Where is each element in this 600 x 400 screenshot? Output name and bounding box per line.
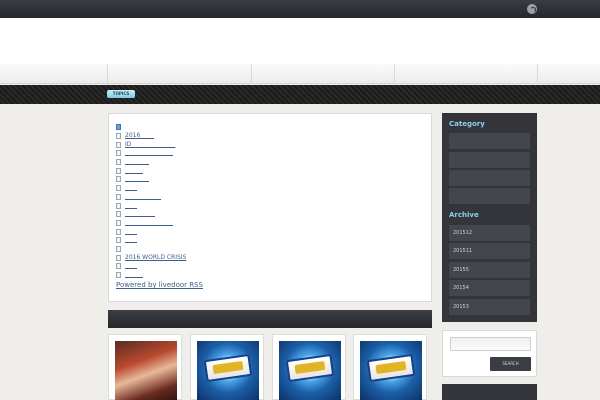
archive-item[interactable]: 201511 [449, 243, 530, 259]
thumbnail-card-2[interactable] [190, 334, 264, 400]
document-icon [116, 185, 121, 192]
thumbnail-image [279, 341, 341, 400]
feed-list-item [116, 166, 186, 175]
archive-item[interactable]: 201512 [449, 225, 530, 241]
feed-list-item [116, 193, 186, 202]
feed-link[interactable] [125, 220, 173, 226]
document-icon [116, 193, 121, 200]
sidebar-widget-header [442, 384, 537, 400]
feed-list-item [116, 149, 186, 158]
document-icon [116, 254, 121, 261]
nav-item-4[interactable] [537, 64, 600, 84]
document-icon [116, 237, 121, 244]
nav-item-3[interactable] [394, 64, 537, 84]
feed-link[interactable] [125, 263, 137, 269]
nav-item-2[interactable] [251, 64, 394, 84]
topics-badge: TOPICS [107, 90, 135, 98]
archive-heading: Archive [449, 211, 479, 219]
document-icon [116, 167, 121, 174]
feed-list-item: 2016 WORLD CRISIS [116, 253, 186, 262]
global-nav [0, 64, 600, 84]
game-logo-icon [366, 353, 416, 383]
game-logo-icon [285, 353, 335, 383]
feed-link[interactable] [125, 237, 137, 243]
category-heading: Category [449, 120, 485, 128]
feed-list-item [116, 158, 186, 167]
feed-list-item [116, 123, 186, 132]
document-icon [116, 211, 121, 218]
document-icon [116, 245, 121, 252]
document-icon [116, 159, 121, 166]
archive-item[interactable]: 20154 [449, 280, 530, 296]
thumbnail-image [360, 341, 422, 400]
document-icon [116, 263, 121, 270]
feed-link[interactable] [125, 211, 155, 217]
category-item[interactable] [449, 133, 530, 149]
feed-list-item: 2016 [116, 132, 186, 141]
document-icon [116, 202, 121, 209]
feed-list-item [116, 210, 186, 219]
document-icon [116, 150, 121, 157]
feed-link[interactable] [125, 229, 137, 235]
category-item[interactable] [449, 170, 530, 186]
feed-link[interactable] [125, 272, 143, 278]
category-item[interactable] [449, 188, 530, 204]
feed-list-item [116, 201, 186, 210]
feed-list-item [116, 262, 186, 271]
feed-list-item [116, 184, 186, 193]
archive-item[interactable]: 20155 [449, 262, 530, 278]
section-header-bar [108, 310, 432, 328]
thumbnail-card-1[interactable] [108, 334, 182, 400]
feed-list-item [116, 236, 186, 245]
rss-icon[interactable] [527, 4, 537, 14]
nav-item-1[interactable] [107, 64, 251, 84]
thumbnail-image [197, 341, 259, 400]
feed-list-item: ID [116, 140, 186, 149]
site-header [0, 18, 600, 64]
feed-link[interactable]: 2016 [125, 133, 154, 139]
feed-link[interactable] [125, 203, 137, 209]
powered-by-link[interactable]: Powered by livedoor RSS [116, 281, 203, 289]
feed-list: 2016 ID 2016 WORLD CRISIS [116, 123, 186, 279]
feed-list-item [116, 245, 186, 254]
thumbnail-card-4[interactable] [353, 334, 427, 400]
feed-list-item [116, 219, 186, 228]
document-icon [116, 176, 121, 183]
feed-link[interactable] [125, 159, 149, 165]
feed-list-item [116, 175, 186, 184]
feed-link[interactable] [125, 185, 137, 191]
document-icon [116, 141, 121, 148]
feed-link[interactable]: ID [125, 141, 175, 148]
archive-item[interactable]: 20153 [449, 299, 530, 315]
feed-link[interactable] [125, 176, 149, 182]
feed-list-item [116, 227, 186, 236]
document-icon [116, 219, 121, 226]
search-input[interactable] [450, 337, 531, 351]
document-icon [116, 133, 121, 140]
feed-link[interactable]: 2016 WORLD CRISIS [125, 254, 186, 261]
category-item[interactable] [449, 152, 530, 168]
feed-link[interactable] [125, 150, 173, 156]
rss-feed-box: 2016 ID 2016 WORLD CRISIS Powered by liv… [108, 113, 432, 302]
feed-link[interactable] [125, 168, 143, 174]
game-logo-icon [203, 353, 253, 383]
topics-strip: TOPICS [0, 85, 600, 104]
thumbnail-card-3[interactable] [272, 334, 346, 400]
sidebar: Category Archive 201512 201511 20155 201… [442, 113, 537, 322]
document-icon [116, 272, 121, 279]
search-widget: SEARCH [442, 330, 537, 377]
document-icon [116, 228, 121, 235]
feed-list-item [116, 271, 186, 280]
search-button[interactable]: SEARCH [490, 357, 531, 371]
top-bar [0, 0, 600, 18]
checkbox-icon [116, 124, 121, 131]
feed-link[interactable] [125, 194, 161, 200]
thumbnail-image [115, 341, 177, 400]
